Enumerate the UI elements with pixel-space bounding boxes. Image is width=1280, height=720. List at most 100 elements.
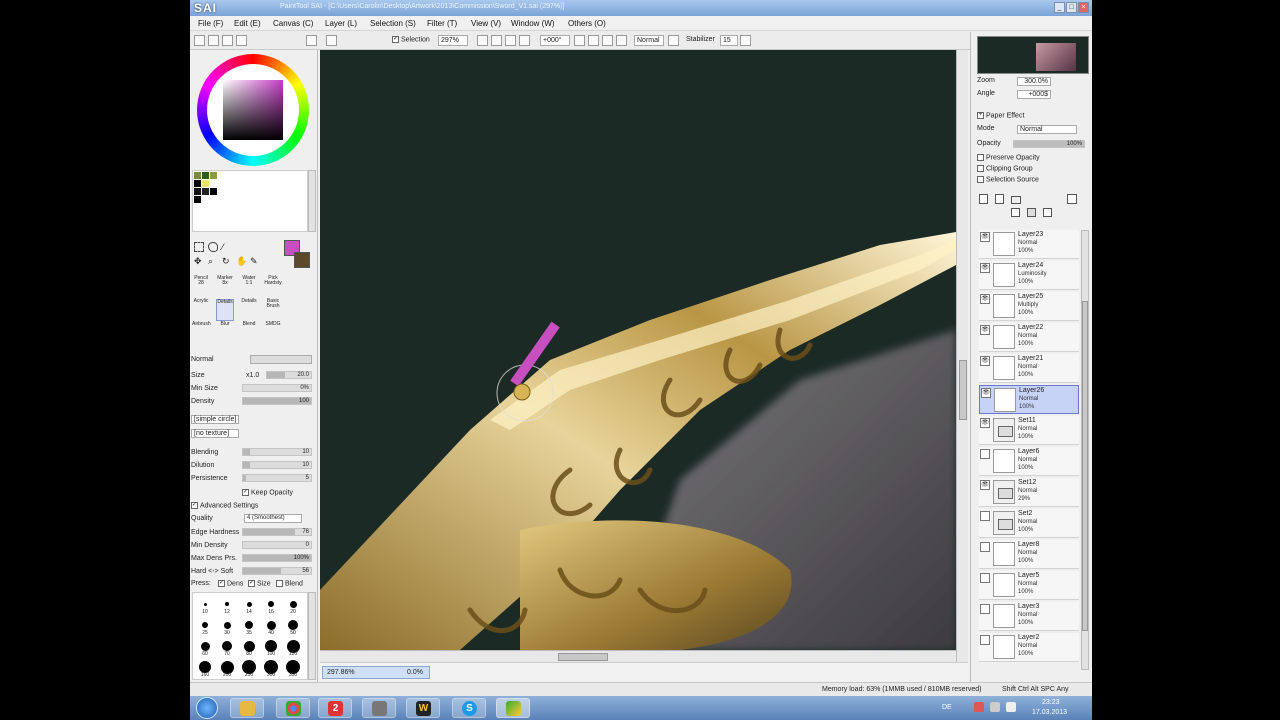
- taskbar-explorer[interactable]: [230, 698, 264, 718]
- rotate-right-button[interactable]: [588, 35, 599, 46]
- flip-horizontal-button[interactable]: [668, 35, 679, 46]
- brush-size-option[interactable]: 250: [239, 658, 259, 678]
- tray-icons[interactable]: [960, 702, 1040, 714]
- canvas-horizontal-scrollbar[interactable]: [320, 650, 956, 662]
- brush-size-option[interactable]: 20: [283, 595, 303, 615]
- zoom-fit-button[interactable]: [505, 35, 516, 46]
- clipping-group-checkbox[interactable]: Clipping Group: [977, 165, 1087, 175]
- min-size-row[interactable]: Min Size 0%: [190, 383, 312, 394]
- rotate-icon[interactable]: ↻: [222, 256, 230, 267]
- advanced-settings-toggle[interactable]: ✓ Advanced Settings: [190, 500, 312, 511]
- trash-icon[interactable]: [1043, 208, 1052, 217]
- zoom-out-button[interactable]: [491, 35, 502, 46]
- eye-icon[interactable]: [980, 604, 990, 614]
- brush-size-option[interactable]: 12: [217, 595, 237, 615]
- eye-icon[interactable]: 👁: [980, 480, 990, 490]
- invert-selection-button[interactable]: [326, 35, 337, 46]
- selection-checkbox[interactable]: ✓ Selection: [392, 36, 430, 43]
- layer-row[interactable]: Layer6 Normal 100%: [979, 447, 1079, 476]
- layer-row[interactable]: 👁 Layer25 Multiply 100%: [979, 292, 1079, 321]
- scratchpad-toggle[interactable]: [236, 35, 247, 46]
- tray-app-icon[interactable]: [974, 702, 984, 712]
- clear-layer-icon[interactable]: [1027, 208, 1036, 217]
- max-dens-row[interactable]: Max Dens Prs. 100%: [190, 553, 312, 564]
- selection-source-checkbox[interactable]: Selection Source: [977, 176, 1087, 186]
- taskbar-sai[interactable]: [496, 698, 530, 718]
- start-button[interactable]: [196, 697, 218, 719]
- color-wheel-toggle[interactable]: [194, 35, 205, 46]
- brush-mode-row[interactable]: Normal: [190, 354, 312, 365]
- layer-mode-row[interactable]: Mode Normal: [977, 125, 1087, 135]
- magic-wand-icon[interactable]: ⁄: [222, 242, 224, 252]
- rotate-reset-button[interactable]: [602, 35, 613, 46]
- menu-layer[interactable]: Layer (L): [325, 19, 357, 28]
- density-row[interactable]: Density 100: [190, 396, 312, 407]
- eye-icon[interactable]: 👁: [980, 263, 990, 273]
- eye-icon[interactable]: 👁: [981, 388, 991, 398]
- keep-opacity-checkbox[interactable]: ✓ Keep Opacity: [190, 487, 312, 498]
- brush-size-option[interactable]: 300: [261, 658, 281, 678]
- brush-size-option[interactable]: 160: [195, 658, 215, 678]
- press-blend-checkbox[interactable]: Blend: [276, 580, 303, 587]
- menu-selection[interactable]: Selection (S): [370, 19, 416, 28]
- brush-size-option[interactable]: 25: [195, 616, 215, 636]
- tool-pick[interactable]: Pick Hardsty: [264, 276, 282, 298]
- paper-effect-toggle[interactable]: + Paper Effect: [977, 112, 1087, 122]
- new-linework-icon[interactable]: [995, 194, 1004, 204]
- brush-size-option[interactable]: 30: [217, 616, 237, 636]
- nav-angle-row[interactable]: Angle +000$: [977, 90, 1087, 100]
- zoom-icon[interactable]: ⌕: [208, 256, 213, 267]
- preserve-opacity-checkbox[interactable]: Preserve Opacity: [977, 154, 1087, 164]
- stabilizer-dropdown[interactable]: [740, 35, 751, 46]
- swatch-toggle[interactable]: [222, 35, 233, 46]
- document-tab[interactable]: 297.86% 0.0%: [322, 666, 430, 679]
- maximize-button[interactable]: □: [1066, 2, 1077, 13]
- minimize-button[interactable]: _: [1054, 2, 1065, 13]
- layer-row[interactable]: 👁 Layer21 Normal 100%: [979, 354, 1079, 383]
- close-button[interactable]: ×: [1078, 2, 1089, 13]
- tool-blur[interactable]: Blur: [216, 322, 234, 344]
- brush-size-option[interactable]: 35: [239, 616, 259, 636]
- brush-texture-select[interactable]: [no texture]: [190, 427, 312, 438]
- blend-mode-select[interactable]: Normal: [634, 35, 664, 46]
- eye-icon[interactable]: 👁: [980, 418, 990, 428]
- eye-icon[interactable]: 👁: [980, 356, 990, 366]
- tool-pencil[interactable]: Pencil 28: [192, 276, 210, 298]
- menu-filter[interactable]: Filter (T): [427, 19, 457, 28]
- edge-hardness-row[interactable]: Edge Hardness 76: [190, 527, 312, 538]
- brush-size-option[interactable]: 40: [261, 616, 281, 636]
- layer-list-scrollbar[interactable]: [1081, 230, 1089, 670]
- lasso-icon[interactable]: [208, 242, 218, 252]
- clock-date[interactable]: 17.03.2013: [1032, 709, 1067, 716]
- min-density-row[interactable]: Min Density 0: [190, 540, 312, 551]
- blending-row[interactable]: Blending 10: [190, 447, 312, 458]
- eye-icon[interactable]: [980, 542, 990, 552]
- brush-size-option[interactable]: 100: [261, 637, 281, 657]
- layer-row[interactable]: Layer8 Normal 100%: [979, 540, 1079, 569]
- brush-size-option[interactable]: 60: [195, 637, 215, 657]
- volume-icon[interactable]: [1006, 702, 1016, 712]
- layer-row[interactable]: 👁 Set11 Normal 100%: [979, 416, 1079, 445]
- shape-buttons[interactable]: [250, 355, 312, 364]
- brush-size-option[interactable]: 80: [239, 637, 259, 657]
- language-indicator[interactable]: DE: [942, 704, 952, 711]
- eye-icon[interactable]: [980, 573, 990, 583]
- hand-icon[interactable]: ✋: [236, 256, 247, 267]
- stabilizer-select[interactable]: 15: [720, 35, 738, 46]
- flip-button[interactable]: [616, 35, 627, 46]
- rotation-field[interactable]: +000°: [540, 35, 570, 46]
- layer-row[interactable]: 👁 Set12 Normal 29%: [979, 478, 1079, 507]
- eyedropper-icon[interactable]: ✎: [250, 256, 258, 267]
- tool-marker[interactable]: Marker 8x: [216, 276, 234, 298]
- menu-view[interactable]: View (V): [471, 19, 501, 28]
- brush-size-option[interactable]: 350: [283, 658, 303, 678]
- taskbar-chrome[interactable]: [276, 698, 310, 718]
- brush-size-option[interactable]: 70: [217, 637, 237, 657]
- eye-icon[interactable]: [980, 449, 990, 459]
- brush-size-option[interactable]: 14: [239, 595, 259, 615]
- tool-acrylic[interactable]: Acrylic: [192, 299, 210, 321]
- menu-file[interactable]: File (F): [198, 19, 223, 28]
- brush-shape-select[interactable]: [simple circle]: [190, 413, 312, 424]
- tool-details[interactable]: Details: [240, 299, 258, 321]
- color-slider-toggle[interactable]: [208, 35, 219, 46]
